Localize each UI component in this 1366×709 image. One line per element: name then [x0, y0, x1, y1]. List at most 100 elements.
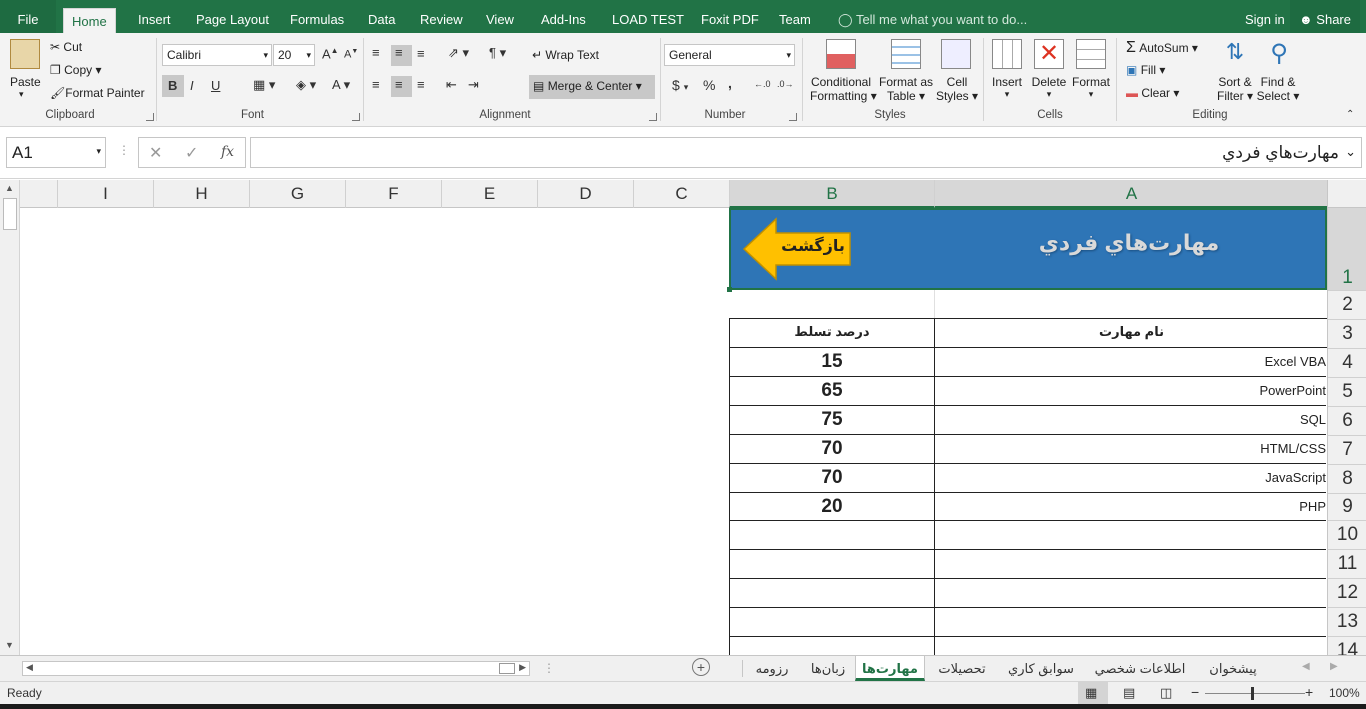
format-as-table-button[interactable]: Format as Table ▾	[876, 75, 936, 103]
skill-cell[interactable]: Excel VBA	[935, 348, 1326, 377]
column-header-a[interactable]: A	[934, 180, 1328, 208]
percent-cell[interactable]: 75	[730, 406, 935, 435]
paste-dropdown-icon[interactable]: ▾	[19, 89, 24, 100]
empty-cell[interactable]	[935, 521, 1326, 550]
tell-me-box[interactable]: ◯ Tell me what you want to do...	[838, 0, 1027, 33]
empty-cell[interactable]	[730, 550, 935, 579]
empty-cell[interactable]	[730, 521, 935, 550]
find-select-button[interactable]: Find & Select ▾	[1256, 75, 1300, 103]
column-header-i[interactable]: I	[57, 180, 153, 208]
empty-cell[interactable]	[935, 608, 1326, 637]
collapse-ribbon-icon[interactable]: ⌃	[1346, 109, 1354, 120]
sign-in-link[interactable]: Sign in	[1245, 0, 1285, 33]
currency-button[interactable]: $ ▾	[672, 77, 688, 93]
skill-cell[interactable]: HTML/CSS	[935, 435, 1326, 464]
align-left-icon[interactable]: ≡	[372, 77, 380, 92]
empty-cell[interactable]	[730, 579, 935, 608]
cancel-icon[interactable]: ✕	[149, 143, 162, 163]
tab-file[interactable]: File	[0, 0, 56, 33]
percent-button[interactable]: %	[703, 77, 715, 93]
decrease-font-size-icon[interactable]: A▼	[344, 48, 358, 61]
tab-view[interactable]: View	[486, 0, 514, 33]
cut-button[interactable]: ✂ Cut	[50, 40, 82, 54]
align-right-icon[interactable]: ≡	[417, 77, 425, 92]
number-launcher-icon[interactable]	[789, 113, 797, 121]
column-header-partial[interactable]	[20, 180, 57, 208]
zoom-in-icon[interactable]: +	[1305, 684, 1313, 700]
borders-icon[interactable]: ▦ ▾	[253, 77, 275, 93]
row-header-5[interactable]: 5	[1328, 377, 1366, 406]
font-size-select[interactable]: 20 ▾	[273, 44, 315, 66]
row-header-12[interactable]: 12	[1328, 578, 1366, 607]
sheet-tab-education[interactable]: تحصيلات	[928, 656, 996, 681]
zoom-out-icon[interactable]: −	[1191, 684, 1199, 700]
row-header-6[interactable]: 6	[1328, 406, 1366, 435]
scroll-up-icon[interactable]: ▲	[5, 183, 14, 193]
sort-filter-button[interactable]: Sort & Filter ▾	[1216, 75, 1254, 103]
sheet-tab-personal-info[interactable]: اطلاعات شخصي	[1086, 656, 1194, 681]
decrease-decimal-icon[interactable]: .0→	[777, 79, 794, 89]
skill-cell[interactable]: PHP	[935, 493, 1326, 521]
select-all-corner[interactable]	[1327, 180, 1366, 208]
row-header-7[interactable]: 7	[1328, 435, 1366, 464]
zoom-slider[interactable]	[1205, 693, 1305, 694]
orientation-icon[interactable]: ⇗ ▾	[448, 45, 469, 61]
name-box[interactable]: A1 ▾	[6, 137, 106, 168]
percent-cell[interactable]: 70	[730, 464, 935, 493]
tab-insert[interactable]: Insert	[138, 0, 171, 33]
column-header-c[interactable]: C	[633, 180, 729, 208]
tab-formulas[interactable]: Formulas	[290, 0, 344, 33]
italic-button[interactable]: I	[190, 78, 194, 93]
cell-styles-button[interactable]: Cell Styles ▾	[935, 75, 979, 103]
format-painter-button[interactable]: 🖌Format Painter	[50, 86, 145, 100]
previous-sheet-icon[interactable]: ◀	[1302, 661, 1310, 672]
formula-input[interactable]: مهارت‌هاي فردي ⌄	[250, 137, 1362, 168]
horizontal-scrollbar[interactable]: ◀ ▶	[22, 661, 530, 676]
format-cells-button[interactable]: Format ▾	[1070, 75, 1112, 100]
increase-decimal-icon[interactable]: ←.0	[754, 79, 771, 89]
tab-home[interactable]: Home	[63, 8, 116, 33]
header-percent[interactable]: درصد تسلط	[730, 319, 935, 348]
row-header-2[interactable]: 2	[1328, 290, 1366, 319]
conditional-formatting-button[interactable]: Conditional Formatting ▾	[810, 75, 877, 103]
header-skill[interactable]: نام مهارت	[935, 319, 1327, 348]
tab-team[interactable]: Team	[779, 0, 811, 33]
row-header-8[interactable]: 8	[1328, 464, 1366, 493]
zoom-level[interactable]: 100%	[1329, 686, 1360, 700]
font-color-icon[interactable]: A ▾	[332, 77, 350, 93]
percent-cell[interactable]: 65	[730, 377, 935, 406]
skill-cell[interactable]: PowerPoint	[935, 377, 1326, 406]
row-header-10[interactable]: 10	[1328, 520, 1366, 549]
sheet-tab-languages[interactable]: زبان‌ها	[802, 656, 854, 681]
row-header-3[interactable]: 3	[1328, 319, 1366, 348]
text-direction-icon[interactable]: ¶ ▾	[489, 45, 506, 61]
hscroll-thumb[interactable]	[499, 663, 515, 674]
tab-data[interactable]: Data	[368, 0, 395, 33]
font-launcher-icon[interactable]	[352, 113, 360, 121]
sheet-tab-resume[interactable]: رزومه	[744, 656, 800, 681]
align-bottom-icon[interactable]: ≡	[417, 46, 425, 61]
skill-cell[interactable]: JavaScript	[935, 464, 1326, 493]
tab-review[interactable]: Review	[420, 0, 463, 33]
worksheet-grid[interactable]: مهارت‌هاي فردي بازگشت درصد تسلط نام مهار…	[20, 208, 1327, 655]
percent-cell[interactable]: 70	[730, 435, 935, 464]
page-layout-view-icon[interactable]: ▤	[1123, 685, 1135, 701]
column-header-d[interactable]: D	[537, 180, 633, 208]
sheet-tab-dashboard[interactable]: پيشخوان	[1198, 656, 1268, 681]
tab-load-test[interactable]: LOAD TEST	[612, 0, 684, 33]
comma-button[interactable]: ,	[728, 75, 732, 91]
vertical-scrollbar[interactable]: ▲ ▼	[0, 180, 20, 655]
row-header-9[interactable]: 9	[1328, 493, 1366, 520]
column-header-b[interactable]: B	[729, 180, 934, 208]
row-header-1[interactable]: 1	[1328, 208, 1366, 290]
scroll-left-icon[interactable]: ◀	[26, 662, 33, 673]
tab-page-layout[interactable]: Page Layout	[196, 0, 269, 33]
tab-add-ins[interactable]: Add-Ins	[541, 0, 586, 33]
scroll-down-icon[interactable]: ▼	[5, 640, 14, 650]
empty-cell[interactable]	[730, 637, 935, 655]
empty-cell[interactable]	[935, 579, 1326, 608]
sheet-tab-work-history[interactable]: سوابق كاري	[998, 656, 1084, 681]
clear-button[interactable]: ▬ Clear ▾	[1126, 86, 1179, 100]
wrap-text-button[interactable]: ↵ Wrap Text	[532, 48, 599, 62]
number-format-select[interactable]: General ▾	[664, 44, 795, 66]
